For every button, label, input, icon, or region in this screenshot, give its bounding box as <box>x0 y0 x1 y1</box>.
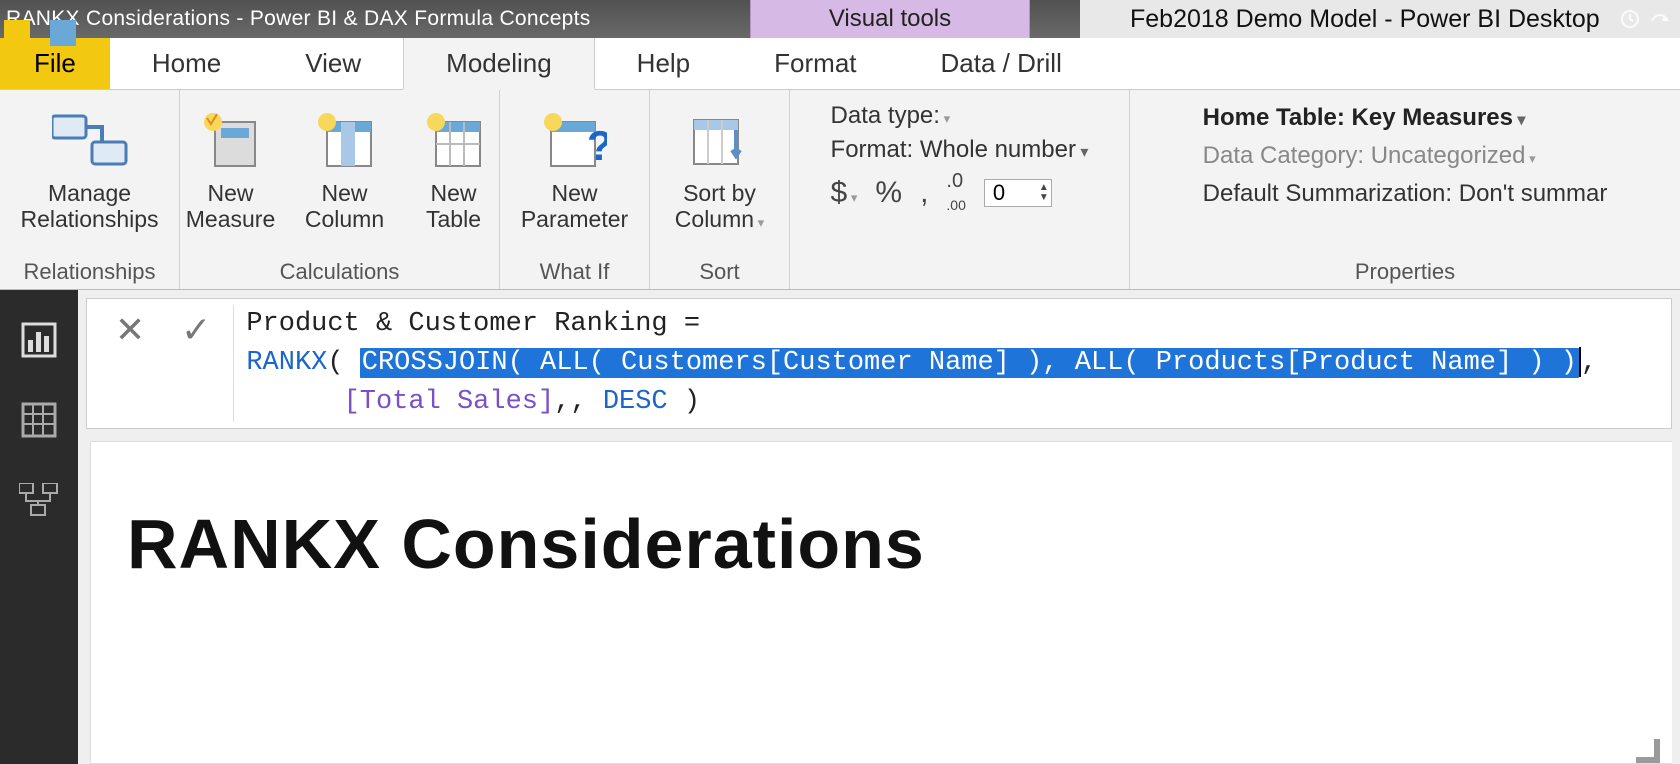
formula-bar: ✕ ✓ Product & Customer Ranking = RANKX( … <box>86 298 1672 429</box>
measure-icon <box>201 110 261 170</box>
group-relationships: ManageRelationships Relationships <box>0 90 180 289</box>
sort-by-column-button[interactable]: Sort byColumn <box>660 96 780 237</box>
left-nav <box>0 290 78 764</box>
new-column-label: NewColumn <box>305 180 384 232</box>
table-icon <box>424 110 484 170</box>
sort-by-column-label: Sort byColumn <box>675 180 764 232</box>
group-whatif: ? NewParameter What If <box>500 90 650 289</box>
report-view-icon[interactable] <box>19 320 59 360</box>
relationships-icon <box>52 110 128 170</box>
data-type-dropdown[interactable]: Data type: <box>831 102 951 130</box>
group-calculations: NewMeasure NewColumn NewTable Calculatio… <box>180 90 500 289</box>
data-category-dropdown[interactable]: Data Category: Uncategorized <box>1203 142 1536 169</box>
svg-text:?: ? <box>587 122 607 169</box>
commit-formula-button[interactable]: ✓ <box>163 305 229 355</box>
video-overlay-controls <box>1620 9 1670 29</box>
decimal-places-input[interactable] <box>987 180 1037 206</box>
decimal-stepper[interactable]: ▲▼ <box>1039 183 1049 203</box>
tab-view[interactable]: View <box>263 38 403 89</box>
new-measure-label: NewMeasure <box>186 180 275 232</box>
ribbon: ManageRelationships Relationships NewMea… <box>0 90 1680 290</box>
resize-handle-icon <box>1636 739 1660 763</box>
currency-button[interactable]: $ <box>831 176 858 210</box>
group-calculations-label: Calculations <box>280 259 400 285</box>
data-view-icon[interactable] <box>19 400 59 440</box>
new-column-button[interactable]: NewColumn <box>292 96 398 237</box>
thousands-button[interactable]: , <box>920 176 928 210</box>
manage-relationships-button[interactable]: ManageRelationships <box>10 96 170 237</box>
page-heading: RANKX Considerations <box>127 504 925 584</box>
new-table-button[interactable]: NewTable <box>406 96 502 237</box>
model-view-icon[interactable] <box>19 480 59 520</box>
group-whatif-label: What If <box>540 259 610 285</box>
formula-selection: CROSSJOIN( ALL( Customers[Customer Name]… <box>360 348 1579 378</box>
app-icon <box>4 20 30 46</box>
workarea: ✕ ✓ Product & Customer Ranking = RANKX( … <box>0 290 1680 764</box>
decimal-icon: .0.00 <box>946 170 965 216</box>
titlebar: RANKX Considerations - Power BI & DAX Fo… <box>0 0 1680 38</box>
home-table-dropdown[interactable]: Home Table: Key Measures <box>1203 104 1526 131</box>
group-relationships-label: Relationships <box>23 259 155 285</box>
contextual-tab-visual-tools[interactable]: Visual tools <box>750 0 1030 38</box>
new-parameter-label: NewParameter <box>521 180 628 232</box>
caret <box>1579 347 1581 377</box>
formula-line1: Product & Customer Ranking = <box>246 309 716 339</box>
video-title: RANKX Considerations - Power BI & DAX Fo… <box>0 7 591 31</box>
clock-icon[interactable] <box>1620 9 1640 29</box>
manage-relationships-label: ManageRelationships <box>20 180 158 232</box>
divider <box>233 305 234 422</box>
share-icon[interactable] <box>1650 9 1670 29</box>
column-icon <box>315 110 375 170</box>
save-icon[interactable] <box>50 20 76 46</box>
group-formatting: Data type: Format: Whole number $ % , .0… <box>790 90 1130 289</box>
report-canvas[interactable]: RANKX Considerations <box>90 441 1672 764</box>
tab-datadrill[interactable]: Data / Drill <box>899 38 1104 89</box>
sort-icon <box>688 110 752 170</box>
format-dropdown[interactable]: Format: Whole number <box>831 136 1089 164</box>
group-properties-label: Properties <box>1355 259 1455 285</box>
new-table-label: NewTable <box>426 180 481 232</box>
group-sort-label: Sort <box>699 259 739 285</box>
group-properties: Home Table: Key Measures Data Category: … <box>1130 90 1680 289</box>
window-title: Feb2018 Demo Model - Power BI Desktop <box>1080 0 1680 38</box>
formula-editor[interactable]: Product & Customer Ranking = RANKX( CROS… <box>238 305 1597 422</box>
new-parameter-button[interactable]: ? NewParameter <box>510 96 640 237</box>
tab-modeling[interactable]: Modeling <box>403 38 595 90</box>
tok-rankx: RANKX <box>246 348 327 378</box>
tab-home[interactable]: Home <box>110 38 263 89</box>
parameter-icon: ? <box>543 110 607 170</box>
group-sort: Sort byColumn Sort <box>650 90 790 289</box>
quick-access <box>4 20 76 46</box>
default-summarization-dropdown[interactable]: Default Summarization: Don't summar <box>1203 180 1608 207</box>
tab-help[interactable]: Help <box>595 38 732 89</box>
ribbon-tabs: File Home View Modeling Help Format Data… <box>0 38 1680 90</box>
cancel-formula-button[interactable]: ✕ <box>97 305 163 355</box>
percent-button[interactable]: % <box>875 176 902 210</box>
window-title-text: Feb2018 Demo Model - Power BI Desktop <box>1130 5 1600 34</box>
new-measure-button[interactable]: NewMeasure <box>178 96 284 237</box>
canvas-column: ✕ ✓ Product & Customer Ranking = RANKX( … <box>78 290 1680 764</box>
tab-format[interactable]: Format <box>732 38 898 89</box>
